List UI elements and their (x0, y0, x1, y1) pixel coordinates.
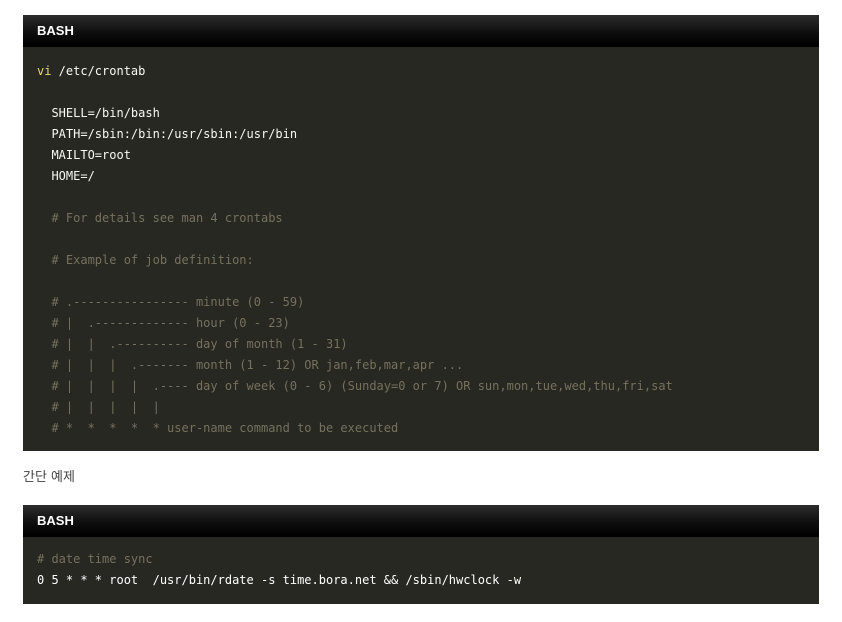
code-line: # For details see man 4 crontabs (37, 208, 819, 229)
code-line: # Example of job definition: (37, 250, 819, 271)
code-comment: # * * * * * user-name command to be exec… (37, 421, 399, 435)
section-caption: 간단 예제 (23, 470, 75, 485)
code-text: 0 5 * * * root /usr/bin/rdate -s time.bo… (37, 573, 522, 587)
code-comment: # Example of job definition: (37, 253, 254, 267)
code-line: SHELL=/bin/bash (37, 103, 819, 124)
code-line: # .---------------- minute (0 - 59) (37, 292, 819, 313)
code-language-label: BASH (23, 505, 819, 537)
code-keyword: vi (37, 64, 52, 78)
code-line: MAILTO=root (37, 145, 819, 166)
code-text: MAILTO=root (37, 148, 131, 162)
code-comment: # | .------------- hour (0 - 23) (37, 316, 290, 330)
code-comment: # .---------------- minute (0 - 59) (37, 295, 305, 309)
code-line: vi /etc/crontab (37, 61, 819, 82)
code-line: HOME=/ (37, 166, 819, 187)
code-line: # * * * * * user-name command to be exec… (37, 418, 819, 439)
code-comment: # | | | | .---- day of week (0 - 6) (Sun… (37, 379, 673, 393)
code-comment: # | | .---------- day of month (1 - 31) (37, 337, 348, 351)
code-line: # | | | .------- month (1 - 12) OR jan,f… (37, 355, 819, 376)
code-block-date-sync: BASH # date time sync 0 5 * * * root /us… (23, 505, 819, 604)
code-line: # | | .---------- day of month (1 - 31) (37, 334, 819, 355)
code-text: SHELL=/bin/bash (37, 106, 160, 120)
code-line: # | | | | .---- day of week (0 - 6) (Sun… (37, 376, 819, 397)
code-comment: # date time sync (37, 552, 153, 566)
code-text: PATH=/sbin:/bin:/usr/sbin:/usr/bin (37, 127, 298, 141)
code-text: HOME=/ (37, 169, 95, 183)
code-line: # | .------------- hour (0 - 23) (37, 313, 819, 334)
code-comment: # For details see man 4 crontabs (37, 211, 283, 225)
code-comment: # | | | .------- month (1 - 12) OR jan,f… (37, 358, 464, 372)
code-text: /etc/crontab (51, 64, 146, 78)
code-line: 0 5 * * * root /usr/bin/rdate -s time.bo… (37, 570, 819, 591)
code-content[interactable]: vi /etc/crontab SHELL=/bin/bash PATH=/sb… (23, 47, 819, 439)
code-language-label: BASH (23, 15, 819, 47)
code-comment: # | | | | | (37, 400, 160, 414)
code-block-crontab: BASH vi /etc/crontab SHELL=/bin/bash PAT… (23, 15, 819, 451)
code-line: # date time sync (37, 549, 819, 570)
code-line: # | | | | | (37, 397, 819, 418)
code-content[interactable]: # date time sync 0 5 * * * root /usr/bin… (23, 537, 819, 591)
code-line: PATH=/sbin:/bin:/usr/sbin:/usr/bin (37, 124, 819, 145)
